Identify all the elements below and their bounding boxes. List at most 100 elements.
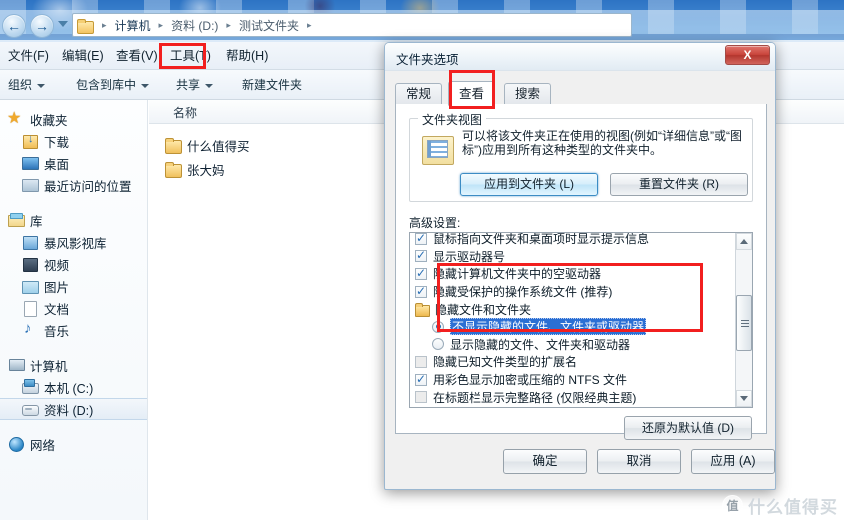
checkbox-icon[interactable] bbox=[415, 284, 427, 298]
sidebar-item-computer[interactable]: 计算机 bbox=[0, 354, 147, 376]
breadcrumb-separator-1: ▸ bbox=[158, 19, 164, 30]
list-item[interactable]: 张大妈 bbox=[165, 158, 225, 180]
computer-icon bbox=[8, 357, 25, 373]
video-icon bbox=[22, 256, 38, 272]
menu-tools[interactable]: 工具(T) bbox=[166, 47, 215, 66]
include-in-library-label: 包含到库中 bbox=[76, 78, 137, 92]
list-item[interactable]: 显示驱动器号 bbox=[410, 248, 736, 266]
sidebar-item-recent-places[interactable]: 最近访问的位置 bbox=[0, 174, 147, 196]
checkbox-icon[interactable] bbox=[415, 391, 427, 404]
sidebar-item-drive-d[interactable]: 资料 (D:) bbox=[0, 398, 147, 420]
setting-label: 在标题栏显示完整路径 (仅限经典主题) bbox=[433, 390, 637, 405]
list-item[interactable]: 隐藏已知文件类型的扩展名 bbox=[410, 353, 736, 371]
menu-edit[interactable]: 编辑(E) bbox=[58, 47, 108, 66]
list-item[interactable]: 在单独的进程中打开文件夹窗口 bbox=[410, 406, 736, 407]
watermark: 值 什么值得买 bbox=[722, 492, 838, 518]
sidebar-item-baofeng-library[interactable]: 暴风影视库 bbox=[0, 231, 147, 253]
apply-button[interactable]: 应用 (A) bbox=[691, 449, 775, 474]
chevron-down-icon bbox=[37, 83, 46, 88]
checkbox-icon[interactable] bbox=[415, 233, 427, 245]
network-icon bbox=[8, 436, 24, 452]
column-header-name[interactable]: 名称 bbox=[173, 104, 197, 121]
list-item[interactable]: 隐藏受保护的操作系统文件 (推荐) bbox=[410, 283, 736, 301]
radio-icon[interactable] bbox=[432, 320, 444, 333]
share-button[interactable]: 共享 bbox=[176, 77, 214, 94]
recent-pages-chevron-down-icon[interactable] bbox=[58, 21, 68, 27]
advanced-settings-label: 高级设置: bbox=[409, 216, 461, 230]
watermark-text: 什么值得买 bbox=[748, 497, 838, 517]
tab-view[interactable]: 查看 bbox=[448, 81, 496, 106]
folder-view-legend: 文件夹视图 bbox=[418, 111, 487, 128]
sidebar-item-downloads[interactable]: 下载 bbox=[0, 130, 147, 152]
folder-icon bbox=[415, 302, 430, 317]
list-item[interactable]: 隐藏文件和文件夹 bbox=[410, 300, 736, 318]
list-item[interactable]: 什么值得买 bbox=[165, 134, 250, 156]
reset-folders-button[interactable]: 重置文件夹 (R) bbox=[610, 173, 748, 196]
dialog-titlebar[interactable]: 文件夹选项 X bbox=[385, 43, 775, 71]
breadcrumb-item-2[interactable]: 测试文件夹 bbox=[237, 17, 301, 34]
sidebar-item-network[interactable]: 网络 bbox=[0, 433, 147, 455]
cancel-button[interactable]: 取消 bbox=[597, 449, 681, 474]
checkbox-icon[interactable] bbox=[415, 248, 427, 263]
setting-label: 隐藏计算机文件夹中的空驱动器 bbox=[433, 267, 602, 282]
folder-view-icon bbox=[422, 135, 454, 165]
sidebar-item-favorites[interactable]: 收藏夹 bbox=[0, 108, 147, 130]
breadcrumb-item-0[interactable]: 计算机 bbox=[113, 17, 153, 34]
sidebar-item-documents[interactable]: 文档 bbox=[0, 297, 147, 319]
sidebar-label: 计算机 bbox=[30, 359, 68, 374]
list-item[interactable]: 显示隐藏的文件、文件夹和驱动器 bbox=[410, 336, 736, 354]
radio-icon[interactable] bbox=[432, 338, 444, 351]
music-icon bbox=[22, 320, 38, 338]
scrollbar-thumb[interactable] bbox=[736, 295, 752, 351]
sidebar-label: 图片 bbox=[44, 280, 70, 295]
menu-view[interactable]: 查看(V) bbox=[112, 47, 162, 66]
menu-help[interactable]: 帮助(H) bbox=[222, 47, 272, 66]
folder-view-description: 可以将该文件夹正在使用的视图(例如“详细信息”或“图标”)应用到所有这种类型的文… bbox=[462, 129, 742, 157]
scroll-down-icon[interactable] bbox=[736, 390, 752, 407]
organize-label: 组织 bbox=[8, 78, 33, 92]
sidebar-item-pictures[interactable]: 图片 bbox=[0, 275, 147, 297]
apply-to-folders-button[interactable]: 应用到文件夹 (L) bbox=[460, 173, 598, 196]
advanced-settings-list[interactable]: 鼠标指向文件夹和桌面项时显示提示信息 显示驱动器号 隐藏计算机文件夹中的空驱动器… bbox=[409, 232, 753, 408]
forward-icon[interactable]: → bbox=[30, 14, 54, 38]
organize-button[interactable]: 组织 bbox=[8, 77, 46, 94]
scrollbar-grip bbox=[741, 320, 749, 327]
menu-file[interactable]: 文件(F) bbox=[4, 47, 53, 66]
sidebar-label: 收藏夹 bbox=[30, 113, 68, 128]
list-item[interactable]: 隐藏计算机文件夹中的空驱动器 bbox=[410, 265, 736, 283]
share-label: 共享 bbox=[176, 78, 201, 92]
include-in-library-button[interactable]: 包含到库中 bbox=[76, 77, 150, 94]
sidebar-item-drive-c[interactable]: 本机 (C:) bbox=[0, 376, 147, 398]
sidebar-label: 下载 bbox=[44, 135, 70, 150]
close-icon[interactable]: X bbox=[725, 45, 770, 65]
checkbox-icon[interactable] bbox=[415, 355, 427, 368]
sidebar-item-videos[interactable]: 视频 bbox=[0, 253, 147, 275]
setting-label: 鼠标指向文件夹和桌面项时显示提示信息 bbox=[433, 232, 650, 247]
list-item[interactable]: 不显示隐藏的文件、文件夹或驱动器 bbox=[410, 318, 736, 336]
folder-view-group: 文件夹视图 可以将该文件夹正在使用的视图(例如“详细信息”或“图标”)应用到所有… bbox=[409, 111, 753, 202]
setting-label: 隐藏文件和文件夹 bbox=[435, 302, 532, 317]
sidebar-item-music[interactable]: 音乐 bbox=[0, 319, 147, 341]
list-item[interactable]: 鼠标指向文件夹和桌面项时显示提示信息 bbox=[410, 232, 736, 248]
star-icon bbox=[7, 108, 24, 128]
sidebar-label: 桌面 bbox=[44, 157, 70, 172]
ok-button[interactable]: 确定 bbox=[503, 449, 587, 474]
checkbox-icon[interactable] bbox=[415, 266, 427, 280]
list-item[interactable]: 在标题栏显示完整路径 (仅限经典主题) bbox=[410, 388, 736, 406]
sidebar-item-libraries[interactable]: 库 bbox=[0, 209, 147, 231]
checkbox-icon[interactable] bbox=[415, 372, 427, 386]
pictures-icon bbox=[22, 278, 39, 294]
sidebar-item-desktop[interactable]: 桌面 bbox=[0, 152, 147, 174]
tab-general[interactable]: 常规 bbox=[395, 83, 443, 106]
new-folder-button[interactable]: 新建文件夹 bbox=[242, 77, 302, 94]
tab-search[interactable]: 搜索 bbox=[504, 83, 552, 106]
address-input[interactable]: ▸ 计算机 ▸ 资料 (D:) ▸ 测试文件夹 ▸ bbox=[72, 13, 632, 37]
scroll-up-icon[interactable] bbox=[736, 233, 752, 250]
breadcrumb-item-1[interactable]: 资料 (D:) bbox=[169, 17, 220, 34]
back-icon[interactable]: ← bbox=[2, 14, 26, 38]
list-item[interactable]: 用彩色显示加密或压缩的 NTFS 文件 bbox=[410, 371, 736, 389]
advanced-list-scrollbar[interactable] bbox=[735, 233, 752, 407]
restore-defaults-button[interactable]: 还原为默认值 (D) bbox=[624, 416, 752, 440]
